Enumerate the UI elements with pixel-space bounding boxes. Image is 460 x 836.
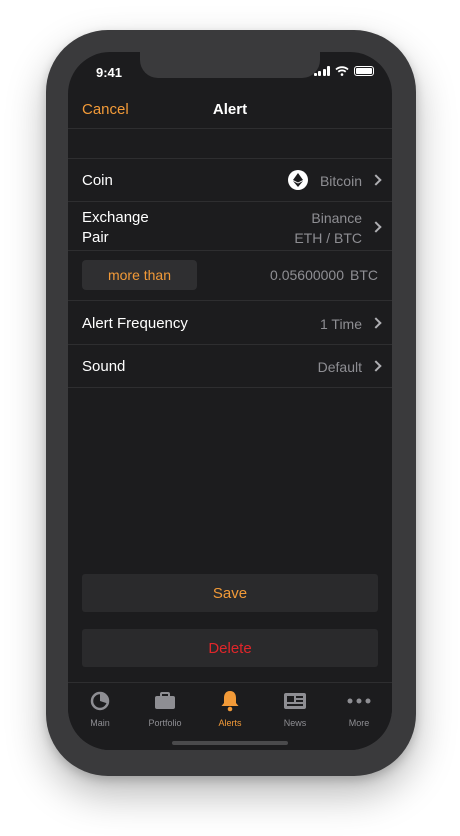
- exchange-label: Exchange: [82, 209, 149, 226]
- coin-row[interactable]: Coin Bitcoin: [68, 159, 392, 201]
- divider: [68, 250, 392, 251]
- sound-row[interactable]: Sound Default: [68, 345, 392, 387]
- tab-portfolio[interactable]: Portfolio: [135, 689, 195, 728]
- alert-frequency-label: Alert Frequency: [82, 315, 188, 332]
- tab-bar: Main Portfolio Alerts News More: [68, 682, 392, 750]
- home-indicator: [172, 741, 288, 745]
- wifi-icon: [335, 66, 349, 76]
- sound-value: Default: [317, 359, 362, 375]
- coin-value: Bitcoin: [319, 173, 362, 189]
- amount-unit: BTC: [350, 267, 378, 283]
- pair-value: ETH / BTC: [294, 230, 362, 246]
- chevron-right-icon: [370, 174, 382, 186]
- divider: [68, 128, 392, 129]
- amount-number: 0.05600000: [270, 267, 344, 283]
- status-icons: [313, 66, 374, 76]
- chevron-right-icon: [370, 317, 382, 329]
- divider: [68, 387, 392, 388]
- page-title: Alert: [212, 101, 248, 118]
- tab-alerts-label: Alerts: [218, 718, 242, 728]
- condition-button[interactable]: more than: [82, 260, 197, 290]
- battery-icon: [354, 66, 374, 76]
- coin-label: Coin: [82, 172, 113, 189]
- alert-frequency-row[interactable]: Alert Frequency 1 Time: [68, 301, 392, 344]
- chevron-right-icon: [370, 360, 382, 372]
- tab-more-label: More: [348, 718, 370, 728]
- alert-frequency-value: 1 Time: [319, 316, 362, 332]
- briefcase-icon: [135, 689, 195, 713]
- ethereum-icon: [288, 170, 308, 190]
- pair-label: Pair: [82, 229, 109, 246]
- tab-main-label: Main: [90, 718, 110, 728]
- status-time: 9:41: [96, 65, 123, 80]
- nav-bar: Cancel Alert: [68, 92, 392, 128]
- tab-main[interactable]: Main: [70, 689, 130, 728]
- tab-news[interactable]: News: [265, 689, 325, 728]
- delete-button[interactable]: Delete: [82, 629, 378, 667]
- tab-news-label: News: [283, 718, 307, 728]
- tab-alerts[interactable]: Alerts: [200, 689, 260, 728]
- phone-screen: 9:41 Cancel Alert Coin Bitcoin Exchange …: [68, 52, 392, 750]
- exchange-pair-row[interactable]: Exchange Pair Binance ETH / BTC: [68, 202, 392, 250]
- tab-more[interactable]: More: [329, 689, 389, 728]
- amount-value[interactable]: 0.05600000 BTC: [270, 267, 378, 283]
- save-button[interactable]: Save: [82, 574, 378, 612]
- tab-portfolio-label: Portfolio: [148, 718, 182, 728]
- more-dots-icon: [329, 689, 389, 713]
- chevron-right-icon: [370, 221, 382, 233]
- newspaper-icon: [265, 689, 325, 713]
- notch: [140, 52, 320, 78]
- signal-icon: [313, 66, 330, 76]
- sound-label: Sound: [82, 358, 126, 375]
- exchange-value: Binance: [311, 210, 362, 226]
- bell-icon: [200, 689, 260, 713]
- pie-chart-icon: [70, 689, 130, 713]
